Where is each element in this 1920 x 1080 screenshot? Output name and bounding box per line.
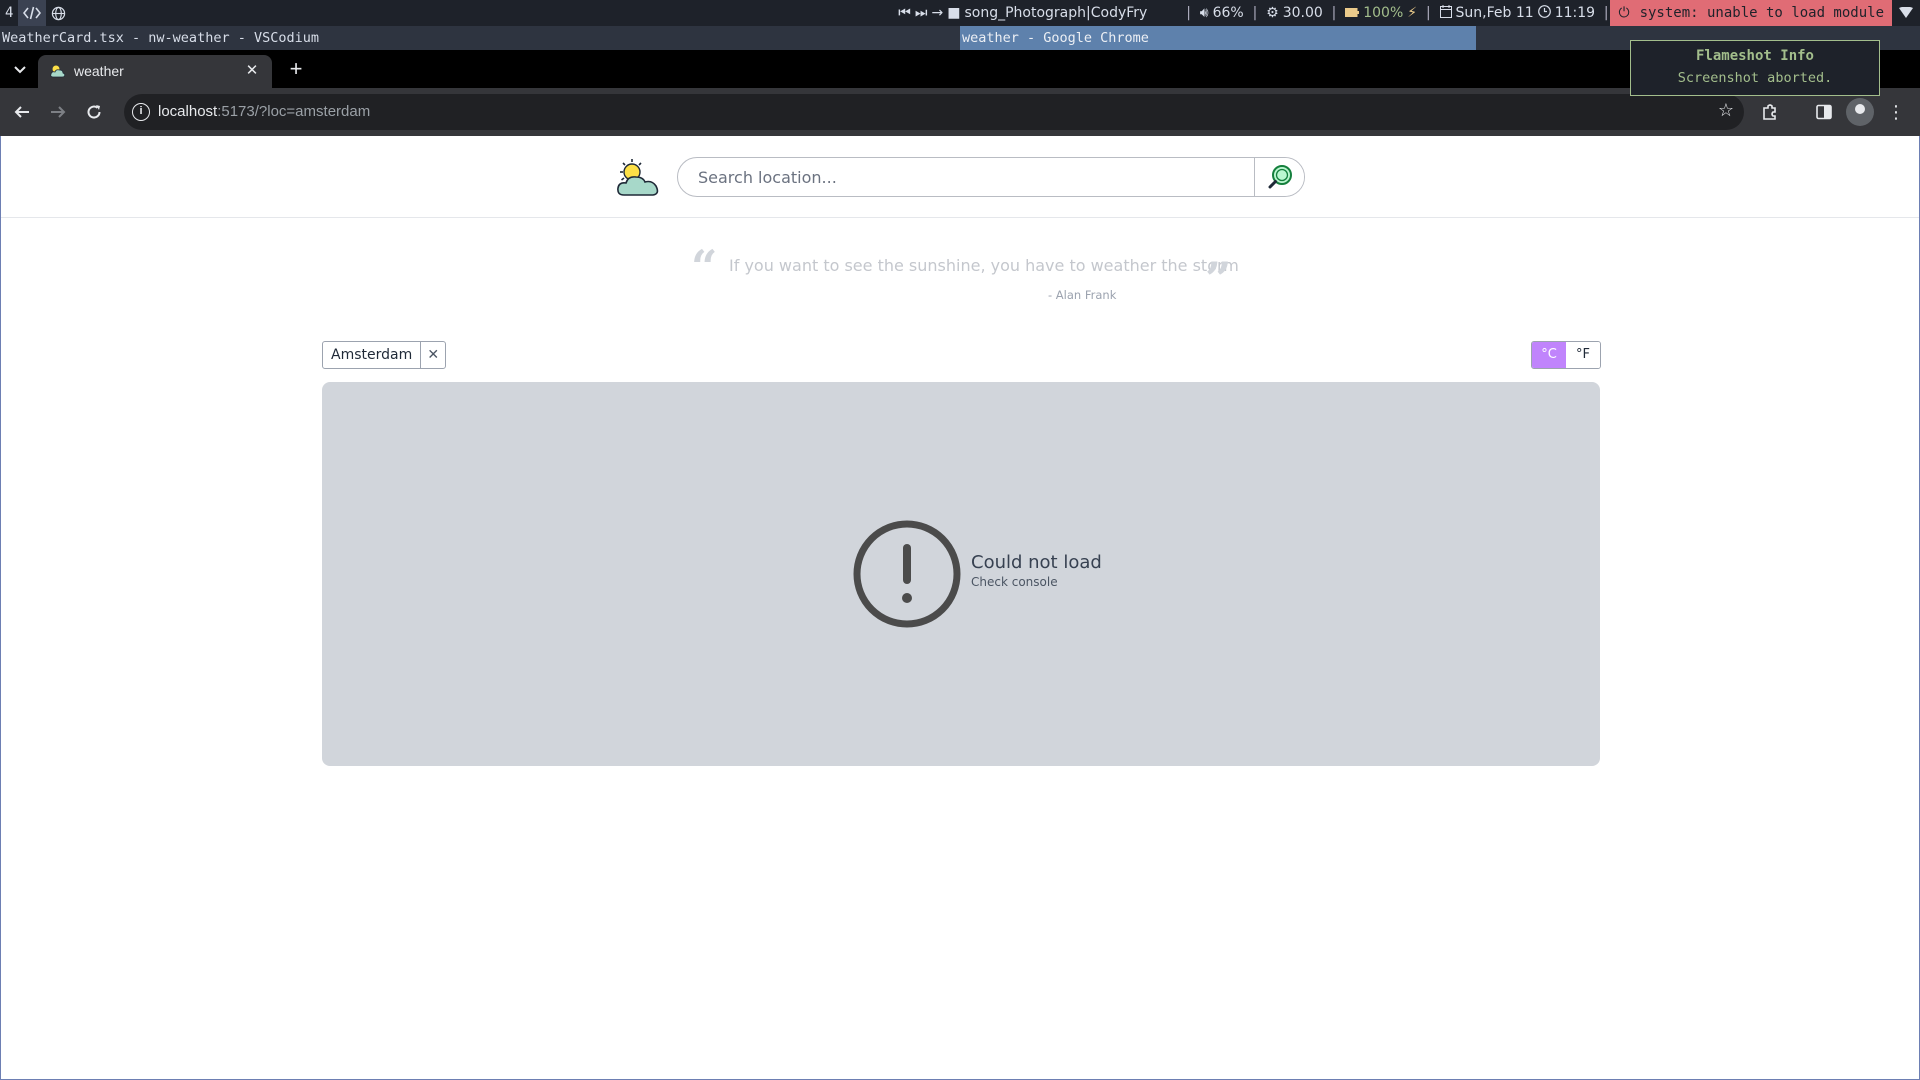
divider: |	[1250, 5, 1260, 21]
volume-value: 66%	[1212, 5, 1244, 21]
open-quote-icon: “	[691, 240, 718, 294]
battery-widget: 100% ⚡︎	[1338, 0, 1424, 26]
address-bar[interactable]: i localhost:5173/?loc=amsterdam ☆	[124, 94, 1744, 130]
media-controls: ⏮ ⏭ → ■ song_Photograph|CodyFry	[891, 0, 1154, 26]
side-panel-icon[interactable]	[1812, 100, 1836, 124]
arrow-right-icon[interactable]: →	[932, 5, 944, 21]
fahrenheit-button[interactable]: °F	[1566, 342, 1600, 368]
time-value: 11:19	[1554, 5, 1596, 21]
cpu-value: 30.00	[1282, 5, 1323, 21]
divider: |	[1329, 5, 1339, 21]
divider: |	[1184, 5, 1193, 21]
alert-circle-icon	[853, 520, 961, 628]
next-track-icon[interactable]: ⏭	[915, 5, 928, 21]
location-chip: Amsterdam ✕	[322, 341, 447, 369]
close-tab-icon[interactable]: ✕	[242, 61, 262, 81]
search-input[interactable]	[678, 158, 1254, 196]
system-error-text: system: unable to load module	[1639, 5, 1884, 21]
inactive-window-title[interactable]: WeatherCard.tsx - nw-weather - VSCodium	[2, 30, 319, 46]
battery-icon	[1345, 5, 1360, 21]
browser-tab[interactable]: weather ✕	[38, 55, 272, 88]
quote-text: If you want to see the sunshine, you hav…	[729, 256, 1239, 275]
code-icon[interactable]	[18, 0, 47, 26]
cpu-widget: ⚙ 30.00	[1259, 0, 1330, 26]
globe-icon[interactable]	[46, 0, 71, 26]
profile-avatar-icon[interactable]	[1846, 98, 1874, 126]
weather-logo-icon[interactable]	[615, 158, 661, 198]
url-path: :5173/?loc=amsterdam	[217, 103, 371, 120]
extensions-puzzle-icon[interactable]	[1758, 100, 1782, 124]
speaker-icon: 🔊︎	[1199, 5, 1209, 21]
location-search-box	[677, 157, 1305, 197]
media-track: song_Photograph|CodyFry	[964, 5, 1148, 21]
reload-icon[interactable]	[82, 100, 106, 124]
forward-arrow-icon[interactable]	[46, 100, 70, 124]
close-quote-icon: ”	[1205, 252, 1232, 306]
url-host: localhost	[158, 103, 218, 120]
calendar-icon	[1439, 4, 1452, 22]
page-viewport: “ If you want to see the sunshine, you h…	[0, 136, 1920, 1080]
system-error-banner[interactable]: ⏻ system: unable to load module	[1610, 0, 1892, 26]
error-title: Could not load	[971, 552, 1102, 573]
clock-icon	[1537, 4, 1551, 22]
flameshot-notification[interactable]: Flameshot Info Screenshot aborted.	[1630, 40, 1880, 96]
volume-widget[interactable]: 🔊︎ 66%	[1193, 0, 1251, 26]
address-url[interactable]: localhost:5173/?loc=amsterdam	[158, 103, 370, 120]
kebab-menu-icon[interactable]: ⋮	[1884, 100, 1908, 124]
active-window-title[interactable]: weather - Google Chrome	[960, 26, 1476, 50]
power-icon: ⏻	[1618, 5, 1630, 21]
workspace-number[interactable]: 4	[0, 0, 18, 26]
quote-author: - Alan Frank	[1048, 288, 1117, 302]
remove-location-icon[interactable]: ✕	[421, 342, 445, 368]
bookmark-star-icon[interactable]: ☆	[1718, 100, 1734, 121]
gear-icon: ⚙	[1266, 5, 1279, 21]
search-icon	[1268, 165, 1292, 189]
date-value: Sun,Feb 11	[1455, 5, 1534, 21]
celsius-button[interactable]: °C	[1532, 342, 1566, 368]
new-tab-icon[interactable]: +	[284, 58, 308, 82]
tab-title: weather	[74, 63, 124, 79]
system-bar: 4 ⏮ ⏭ → ■ song_Photograph|CodyFry | 🔊︎ 6…	[0, 0, 1920, 26]
location-chip-label[interactable]: Amsterdam	[323, 342, 422, 368]
notification-body: Screenshot aborted.	[1677, 70, 1833, 86]
divider: |	[1424, 5, 1433, 21]
error-subtitle: Check console	[971, 575, 1058, 589]
divider: |	[1602, 5, 1611, 21]
weather-card: Could not load Check console	[322, 382, 1600, 766]
battery-value: 100%	[1363, 5, 1404, 21]
search-button[interactable]	[1254, 158, 1304, 196]
wifi-icon[interactable]	[1892, 0, 1920, 26]
notification-title: Flameshot Info	[1695, 48, 1814, 64]
charging-icon: ⚡︎	[1407, 5, 1418, 21]
tab-search-chevron-icon[interactable]	[10, 60, 30, 80]
site-info-icon[interactable]: i	[132, 103, 150, 121]
previous-track-icon[interactable]: ⏮	[898, 5, 911, 21]
weather-favicon-icon	[50, 64, 66, 78]
back-arrow-icon[interactable]	[10, 100, 34, 124]
unit-toggle: °C °F	[1531, 341, 1601, 369]
workspace-indicators: 4	[0, 0, 71, 26]
site-header	[1, 136, 1919, 218]
stop-icon[interactable]: ■	[947, 5, 960, 21]
date-widget: Sun,Feb 11 11:19	[1433, 0, 1603, 26]
